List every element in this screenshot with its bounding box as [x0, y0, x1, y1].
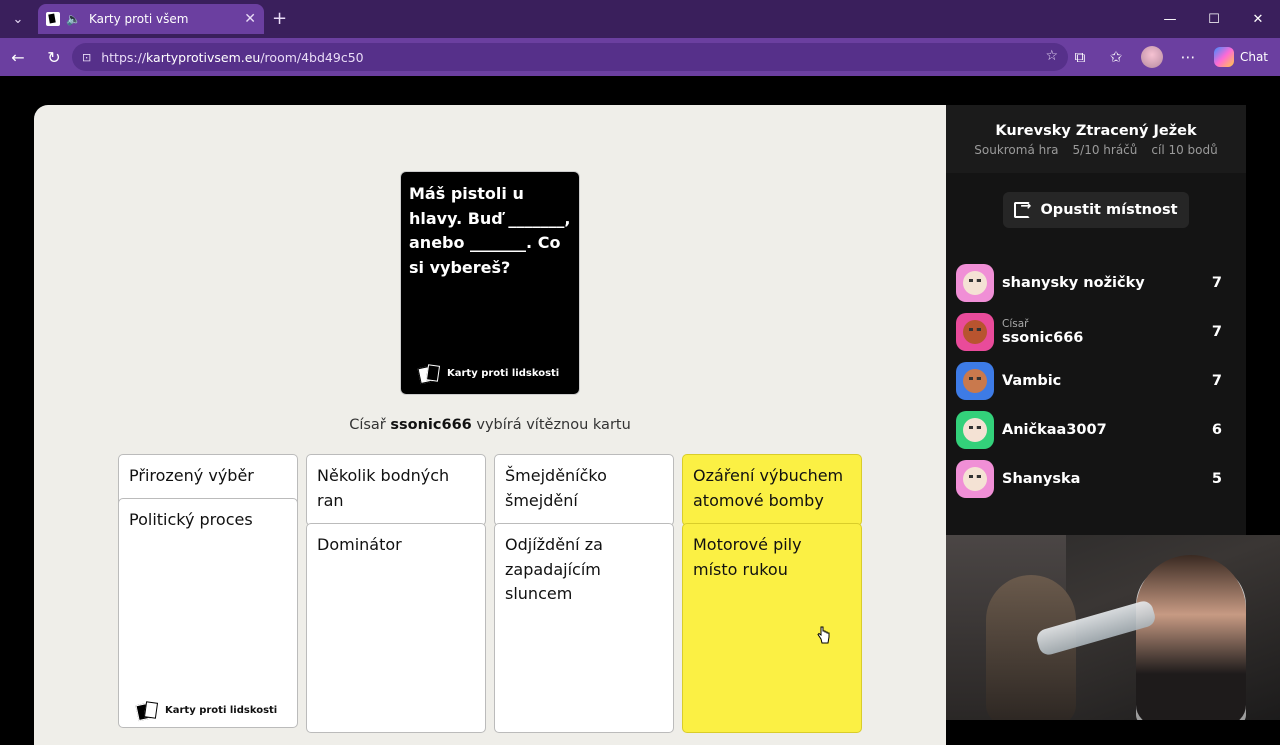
back-icon[interactable]: ←	[0, 38, 36, 76]
room-sidebar: Kurevsky Ztracený Ježek Soukromá hra 5/1…	[946, 105, 1246, 535]
hand-cursor-icon	[817, 626, 830, 644]
cards-logo-icon	[135, 700, 159, 721]
webcam-overlay	[946, 535, 1280, 720]
more-menu-icon[interactable]: ⋯	[1170, 38, 1206, 76]
player-name: Shanyska	[1002, 470, 1081, 487]
room-goal: cíl 10 bodů	[1151, 143, 1218, 157]
player-name: Aničkaa3007	[1002, 421, 1107, 438]
player-score: 6	[1211, 421, 1222, 438]
room-header: Kurevsky Ztracený Ježek Soukromá hra 5/1…	[946, 105, 1246, 173]
player-score: 7	[1211, 323, 1222, 340]
maximize-icon[interactable]: ☐	[1192, 0, 1236, 38]
tab-list-chevron-icon[interactable]: ⌄	[0, 0, 36, 38]
room-players-count: 5/10 hráčů	[1072, 143, 1138, 157]
player-avatar	[956, 459, 994, 498]
browser-actions: ⧉ ✩ ⋯ Chat	[1062, 38, 1280, 76]
round-status: Císař ssonic666 vybírá vítěznou kartu	[34, 417, 946, 433]
browser-tabbar: ⌄ 🔈 Karty proti všem ✕ + — ☐ ✕	[0, 0, 1280, 38]
player-name: ssonic666	[1002, 329, 1084, 346]
status-prefix: Císař	[349, 417, 386, 433]
black-card: Máš pistoli u hlavy. Buď _______, anebo …	[400, 171, 580, 395]
favorite-star-icon[interactable]: ☆	[1045, 48, 1058, 64]
leave-label: Opustit místnost	[1040, 202, 1178, 218]
room-name: Kurevsky Ztracený Ježek	[995, 123, 1197, 139]
czar-name: ssonic666	[390, 417, 472, 433]
room-meta: Soukromá hra 5/10 hráčů cíl 10 bodů	[946, 143, 1246, 157]
white-card-selected[interactable]: Ozáření výbuchem atomové bomby	[682, 454, 862, 526]
white-card[interactable]: Odjíždění za zapadajícím sluncem	[494, 523, 674, 733]
new-tab-icon[interactable]: +	[272, 8, 287, 29]
profile-avatar[interactable]	[1134, 38, 1170, 76]
player-name: shanysky nožičky	[1002, 274, 1145, 291]
brand-label: Karty proti lidskosti	[165, 704, 278, 716]
white-card-brand: Karty proti lidskosti	[135, 699, 278, 724]
speaker-icon[interactable]: 🔈	[66, 12, 81, 26]
address-bar[interactable]: ⊡ https://kartyprotivsem.eu/room/4bd49c5…	[72, 43, 1068, 71]
site-info-icon[interactable]: ⊡	[82, 51, 91, 64]
player-row: shanysky nožičky 7	[956, 258, 1236, 307]
leave-room-button[interactable]: Opustit místnost	[1003, 192, 1189, 228]
player-role: Císař	[1002, 317, 1029, 330]
player-avatar	[956, 361, 994, 400]
player-name: Vambic	[1002, 372, 1062, 389]
url-host: kartyprotivsem.eu	[146, 49, 261, 65]
exit-icon	[1014, 199, 1031, 218]
brand-label: Karty proti lidskosti	[447, 367, 560, 379]
reload-icon[interactable]: ↻	[36, 38, 72, 76]
player-row: Císař ssonic666 7	[956, 307, 1236, 356]
site-favicon-icon	[46, 12, 60, 26]
room-privacy: Soukromá hra	[974, 143, 1059, 157]
status-suffix: vybírá vítěznou kartu	[476, 417, 631, 433]
game-board: Máš pistoli u hlavy. Buď _______, anebo …	[34, 105, 946, 745]
white-card[interactable]: Politický proces Karty proti lidskosti	[118, 498, 298, 728]
card-text: Přirozený výběr	[129, 466, 254, 485]
black-card-brand: Karty proti lidskosti	[417, 362, 560, 387]
browser-tab[interactable]: 🔈 Karty proti všem ✕	[38, 4, 264, 34]
close-tab-icon[interactable]: ✕	[244, 11, 256, 27]
close-window-icon[interactable]: ✕	[1236, 0, 1280, 38]
player-row: Aničkaa3007 6	[956, 405, 1236, 454]
webcam-person	[1136, 555, 1246, 720]
white-card[interactable]: Šmejděníčko šmejdění	[494, 454, 674, 526]
favorites-icon[interactable]: ✩	[1098, 38, 1134, 76]
player-row: Vambic 7	[956, 356, 1236, 405]
card-text: Šmejděníčko šmejdění	[505, 466, 607, 510]
minimize-icon[interactable]: —	[1148, 0, 1192, 38]
window-controls: — ☐ ✕	[1148, 0, 1280, 38]
player-score: 7	[1211, 274, 1222, 291]
copilot-icon	[1213, 47, 1234, 67]
chat-label: Chat	[1239, 50, 1268, 64]
url-path: /room/4bd49c50	[260, 49, 364, 65]
player-list: shanysky nožičky 7 Císař ssonic666 7 Vam…	[956, 258, 1236, 503]
chat-button[interactable]: Chat	[1213, 47, 1268, 67]
extensions-icon[interactable]: ⧉	[1062, 38, 1098, 76]
tab-title: Karty proti všem	[88, 12, 189, 26]
black-card-text: Máš pistoli u hlavy. Buď _______, anebo …	[409, 184, 571, 277]
card-text: Dominátor	[317, 535, 402, 554]
player-avatar	[956, 312, 994, 351]
card-text: Ozáření výbuchem atomové bomby	[693, 466, 844, 510]
card-text: Odjíždění za zapadajícím sluncem	[505, 535, 603, 603]
player-score: 5	[1211, 470, 1222, 487]
player-avatar	[956, 410, 994, 449]
browser-toolbar: ← ↻ ⊡ https://kartyprotivsem.eu/room/4bd…	[0, 38, 1280, 76]
card-text: Několik bodných ran	[317, 466, 450, 510]
player-row: Shanyska 5	[956, 454, 1236, 503]
white-card[interactable]: Několik bodných ran	[306, 454, 486, 526]
white-card-selected[interactable]: Motorové pily místo rukou	[682, 523, 862, 733]
url-scheme: https://	[101, 49, 147, 65]
white-card[interactable]: Dominátor	[306, 523, 486, 733]
card-text: Politický proces	[129, 510, 253, 529]
player-score: 7	[1211, 372, 1222, 389]
card-text: Motorové pily místo rukou	[693, 535, 802, 579]
cards-logo-icon	[417, 363, 441, 384]
player-avatar	[956, 263, 994, 302]
